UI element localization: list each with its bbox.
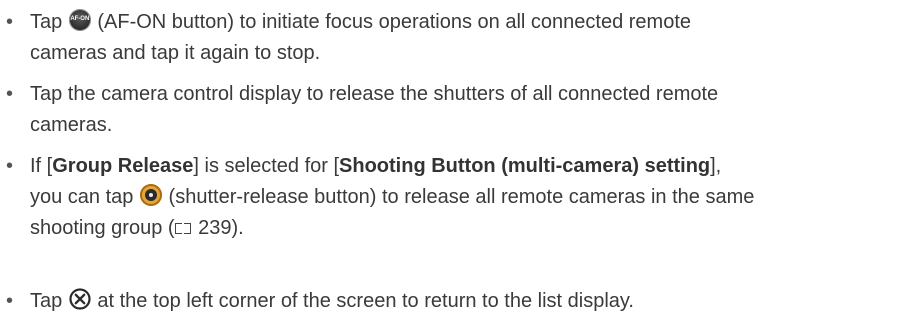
- text-line: you can tap (shutter-release button) to …: [30, 182, 896, 213]
- list-item-text: Tap the camera control display to releas…: [30, 79, 896, 141]
- text-run: ] is selected for [: [193, 155, 340, 177]
- text-line: Tap the camera control display to releas…: [30, 83, 719, 105]
- text-run: Tap: [30, 11, 63, 33]
- text-run: you can tap: [30, 186, 134, 208]
- text-run: shooting group (: [30, 217, 175, 239]
- text-run: ],: [710, 155, 722, 177]
- text-line: shooting group ( 239).: [30, 213, 896, 244]
- list-item-text: Tap at the top left corner of the screen…: [30, 286, 896, 317]
- text-run: (AF-ON button) to initiate focus operati…: [97, 11, 692, 33]
- text-run: If [: [30, 155, 53, 177]
- af-on-button-icon: AF-ON: [68, 9, 91, 31]
- af-on-icon-label: AF-ON: [70, 16, 90, 22]
- shooting-button-setting-term: Shooting Button (multi-camera) setting: [339, 155, 711, 177]
- text-line: cameras.: [30, 114, 113, 136]
- text-line: cameras and tap it again to stop.: [30, 42, 321, 64]
- text-line: Tap at the top left corner of the screen…: [30, 286, 896, 317]
- book-icon: [174, 223, 191, 235]
- bullet: •: [6, 11, 14, 33]
- text-line: If [Group Release] is selected for [Shoo…: [30, 151, 896, 182]
- shutter-release-icon: [139, 184, 162, 206]
- bullet: •: [6, 83, 14, 105]
- bullet: •: [6, 155, 14, 177]
- manual-page: • Tap AF-ON (AF-ON button) to initiate f…: [0, 0, 901, 334]
- page-reference[interactable]: 239: [198, 217, 231, 239]
- bullet: •: [6, 290, 14, 312]
- group-release-term: Group Release: [52, 155, 194, 177]
- text-run: ).: [231, 217, 244, 239]
- text-run: Tap: [30, 290, 63, 312]
- close-icon: [69, 288, 91, 310]
- list-item-text: If [Group Release] is selected for [Shoo…: [30, 151, 896, 244]
- text-run: (shutter-release button) to release all …: [168, 186, 755, 208]
- text-line: Tap AF-ON (AF-ON button) to initiate foc…: [30, 7, 896, 38]
- list-item-text: Tap AF-ON (AF-ON button) to initiate foc…: [30, 7, 896, 69]
- text-run: at the top left corner of the screen to …: [97, 290, 634, 312]
